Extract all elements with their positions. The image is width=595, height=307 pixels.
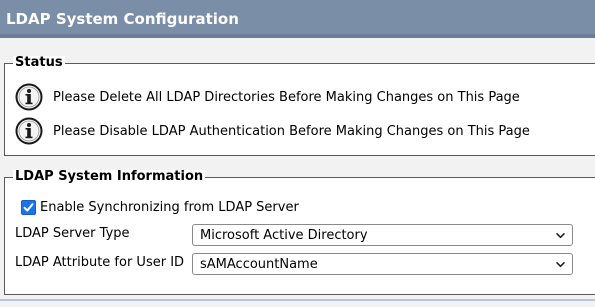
status-message-text: Please Disable LDAP Authentication Befor… [53,123,530,139]
status-message-text: Please Delete All LDAP Directories Befor… [53,89,520,105]
server-type-select[interactable]: Microsoft Active Directory [192,224,573,246]
enable-sync-checkbox[interactable] [21,200,36,215]
status-section: Status Please Delete All LDAP Directorie… [4,56,595,156]
user-id-attr-value: sAMAccountName [200,256,318,272]
enable-sync-label[interactable]: Enable Synchronizing from LDAP Server [40,200,299,215]
server-type-label: LDAP Server Type [15,226,130,241]
info-icon [15,83,43,111]
page-header: LDAP System Configuration [0,0,595,38]
info-icon [15,117,43,145]
divider [0,299,595,301]
user-id-attr-select[interactable]: sAMAccountName [192,253,573,275]
chevron-down-icon [556,262,565,268]
ldap-system-info-legend: LDAP System Information [13,169,206,184]
checkmark-icon [23,203,34,212]
status-legend: Status [13,55,65,70]
chevron-down-icon [556,233,565,239]
page-title: LDAP System Configuration [6,10,239,28]
user-id-attr-label: LDAP Attribute for User ID [15,255,185,270]
status-message: Please Disable LDAP Authentication Befor… [15,116,530,146]
status-message: Please Delete All LDAP Directories Befor… [15,82,520,112]
enable-sync-row: Enable Synchronizing from LDAP Server [21,200,299,215]
server-type-value: Microsoft Active Directory [200,227,368,243]
ldap-system-info-section: LDAP System Information Enable Synchroni… [4,170,595,295]
